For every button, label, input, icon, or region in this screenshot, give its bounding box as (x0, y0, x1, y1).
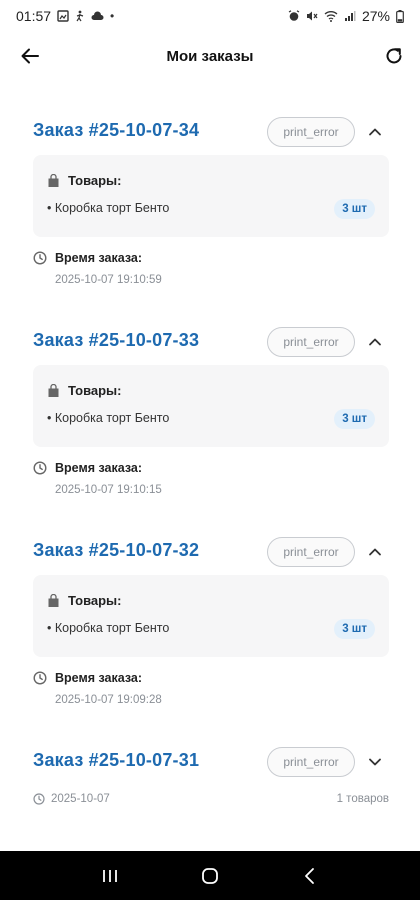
status-bar: 01:57 • 27% (0, 0, 420, 32)
order-summary: 2025-10-07 1 товаров (33, 793, 389, 811)
goods-card: Товары: • Коробка торт Бенто 3 шт (33, 155, 389, 237)
order-time-value: 2025-10-07 19:10:59 (55, 274, 162, 286)
chevron-left-icon (305, 867, 314, 884)
chevron-up-icon (369, 548, 381, 556)
order-number[interactable]: Заказ #25-10-07-34 (33, 120, 199, 141)
order-date: 2025-10-07 (33, 793, 110, 805)
system-back-button[interactable] (290, 856, 330, 896)
dot-icon: • (110, 9, 115, 23)
shopping-bag-icon (48, 593, 59, 607)
goods-item: • Коробка торт Бенто (47, 411, 170, 425)
walking-icon (76, 10, 84, 22)
battery-icon (396, 9, 404, 23)
chevron-down-icon (369, 758, 381, 766)
home-icon (202, 867, 218, 884)
quantity-badge: 3 шт (334, 199, 375, 219)
quantity-badge: 3 шт (334, 619, 375, 639)
goods-card: Товары: • Коробка торт Бенто 3 шт (33, 575, 389, 657)
status-time: 01:57 (16, 8, 52, 24)
battery-level: 27% (361, 8, 390, 24)
home-button[interactable] (190, 856, 230, 896)
goods-header: Товары: (47, 593, 122, 608)
chevron-up-icon (369, 128, 381, 136)
goods-header: Товары: (47, 383, 122, 398)
mute-icon (306, 11, 318, 21)
goods-item: • Коробка торт Бенто (47, 621, 170, 635)
order-number[interactable]: Заказ #25-10-07-31 (33, 750, 199, 771)
goods-label: Товары: (68, 173, 122, 188)
order-header[interactable]: Заказ #25-10-07-33 print_error (0, 325, 420, 359)
back-button[interactable] (14, 40, 46, 72)
order-time-header: Время заказа: (33, 251, 162, 265)
items-count: 1 товаров (336, 793, 389, 805)
status-badge: print_error (267, 327, 355, 357)
goods-item: • Коробка торт Бенто (47, 201, 170, 215)
goods-label: Товары: (68, 593, 122, 608)
clock-icon (33, 461, 47, 475)
status-left: 01:57 • (16, 8, 114, 24)
arrow-left-icon (21, 48, 39, 64)
collapse-button[interactable] (363, 540, 387, 564)
goods-label: Товары: (68, 383, 122, 398)
goods-card: Товары: • Коробка торт Бенто 3 шт (33, 365, 389, 447)
order-time: Время заказа: 2025-10-07 19:10:59 (33, 251, 162, 286)
recent-apps-button[interactable] (90, 856, 130, 896)
quantity-badge: 3 шт (334, 409, 375, 429)
status-badge: print_error (267, 537, 355, 567)
alarm-icon (288, 10, 300, 21)
cloud-icon (91, 11, 104, 20)
status-badge: print_error (267, 117, 355, 147)
order-header[interactable]: Заказ #25-10-07-32 print_error (0, 535, 420, 569)
app-bar: Мои заказы (0, 36, 420, 76)
order-date-value: 2025-10-07 (51, 793, 110, 805)
order-time-header: Время заказа: (33, 671, 162, 685)
order-time: Время заказа: 2025-10-07 19:10:15 (33, 461, 162, 496)
order-time-label: Время заказа: (55, 671, 142, 685)
order-header[interactable]: Заказ #25-10-07-31 print_error (0, 745, 420, 779)
order-number[interactable]: Заказ #25-10-07-32 (33, 540, 199, 561)
clock-icon (33, 671, 47, 685)
goods-header: Товары: (47, 173, 122, 188)
order-time-label: Время заказа: (55, 461, 142, 475)
order-number[interactable]: Заказ #25-10-07-33 (33, 330, 199, 351)
expand-button[interactable] (363, 750, 387, 774)
chevron-up-icon (369, 338, 381, 346)
shopping-bag-icon (48, 173, 59, 187)
order-time-value: 2025-10-07 19:10:15 (55, 484, 162, 496)
system-nav-bar (0, 851, 420, 900)
order-time: Время заказа: 2025-10-07 19:09:28 (33, 671, 162, 706)
order-time-label: Время заказа: (55, 251, 142, 265)
recent-apps-icon (103, 869, 117, 882)
collapse-button[interactable] (363, 120, 387, 144)
order-header[interactable]: Заказ #25-10-07-34 print_error (0, 115, 420, 149)
shopping-bag-icon (48, 383, 59, 397)
refresh-icon (386, 48, 402, 64)
refresh-button[interactable] (378, 40, 410, 72)
signal-icon (344, 11, 356, 21)
order-time-header: Время заказа: (33, 461, 162, 475)
page-title: Мои заказы (166, 47, 254, 65)
order-time-value: 2025-10-07 19:09:28 (55, 694, 162, 706)
status-badge: print_error (267, 747, 355, 777)
collapse-button[interactable] (363, 330, 387, 354)
clock-icon (33, 251, 47, 265)
wifi-icon (324, 11, 338, 22)
status-right: 27% (288, 8, 404, 24)
clock-icon (33, 793, 45, 805)
gallery-icon (57, 10, 69, 22)
